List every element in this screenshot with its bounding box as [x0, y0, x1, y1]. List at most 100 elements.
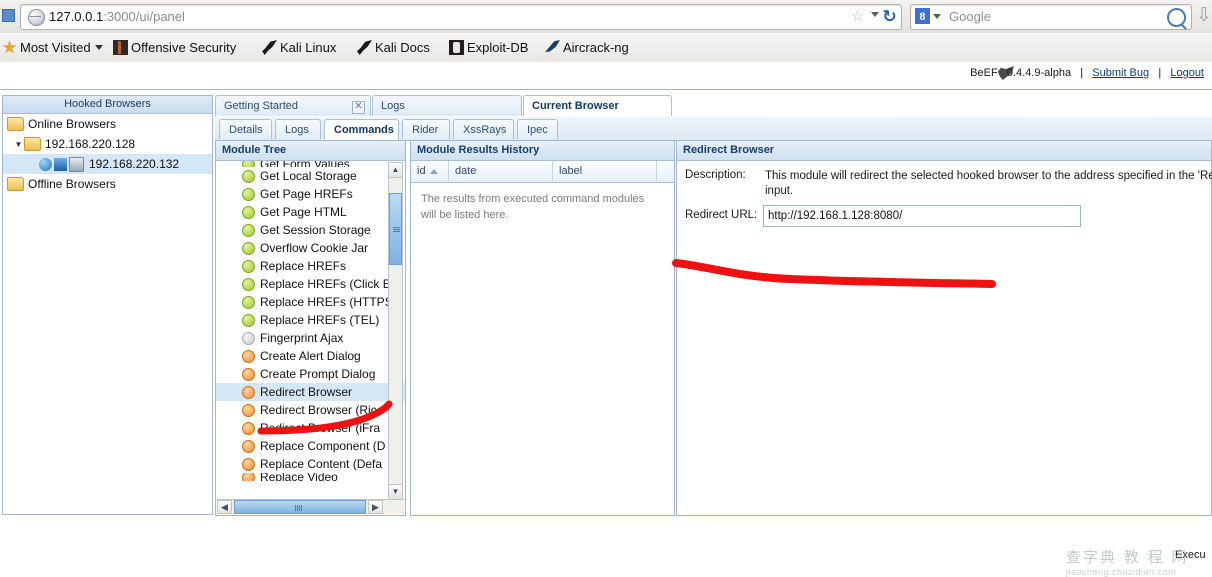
tree-node-label: 192.168.220.132 — [89, 157, 179, 171]
submit-bug-link[interactable]: Submit Bug — [1092, 67, 1149, 79]
module-item-create-alert-dialog[interactable]: Create Alert Dialog — [216, 347, 405, 365]
aircrack-ng-icon — [545, 40, 560, 55]
module-item-redirect-browser[interactable]: Redirect Browser — [216, 383, 405, 401]
subtab-rider[interactable]: Rider — [402, 119, 450, 139]
search-icon[interactable] — [1167, 8, 1186, 27]
module-item-replace-video[interactable]: Replace Video — [216, 473, 405, 481]
folder-icon — [7, 117, 24, 131]
module-label: Redirect Browser (iFra — [260, 421, 380, 435]
scroll-down-icon[interactable]: ▼ — [389, 484, 402, 499]
module-tree-vertical-scrollbar[interactable]: ▲ ▼ — [388, 162, 403, 500]
tab-logs[interactable]: Logs — [372, 95, 522, 116]
bookmark-exploit-db[interactable]: Exploit-DB — [449, 37, 528, 58]
status-dot — [242, 386, 255, 399]
status-dot — [242, 332, 255, 345]
bookmark-label: Most Visited — [20, 40, 91, 55]
module-item-get-local-storage[interactable]: Get Local Storage — [216, 167, 405, 185]
module-item-redirect-browser-rickroll[interactable]: Redirect Browser (Ric — [216, 401, 405, 419]
module-label: Overflow Cookie Jar — [260, 241, 368, 255]
bookmark-offensive-security[interactable]: Offensive Security — [113, 37, 236, 58]
logout-link[interactable]: Logout — [1170, 67, 1204, 79]
chevron-down-icon[interactable] — [871, 12, 879, 17]
star-icon — [2, 40, 17, 55]
module-tree-list[interactable]: Get Form Values Get Local Storage Get Pa… — [216, 161, 405, 501]
bookmark-most-visited[interactable]: Most Visited — [2, 37, 103, 58]
tree-node-online-browsers[interactable]: Online Browsers — [3, 114, 212, 134]
tree-node-label: 192.168.220.128 — [45, 137, 135, 151]
description-label: Description: — [685, 169, 746, 181]
scrollbar-thumb[interactable] — [234, 500, 366, 514]
module-tree-horizontal-scrollbar[interactable]: ◀ ▶ — [217, 499, 404, 514]
tree-node-offline-browsers[interactable]: Offline Browsers — [3, 174, 212, 194]
column-header-date[interactable]: date — [449, 161, 553, 181]
module-item-overflow-cookie-jar[interactable]: Overflow Cookie Jar — [216, 239, 405, 257]
scroll-right-icon[interactable]: ▶ — [368, 500, 383, 514]
search-engine-icon[interactable]: 8 — [915, 8, 930, 24]
address-bar-text: 127.0.0.1:3000/ui/panel — [49, 9, 185, 24]
subtab-logs[interactable]: Logs — [275, 119, 321, 139]
redirect-url-label: Redirect URL: — [685, 209, 757, 221]
subtab-label: Logs — [285, 124, 309, 136]
module-item-replace-hrefs-click[interactable]: Replace HREFs (Click E — [216, 275, 405, 293]
internet-explorer-icon — [39, 158, 52, 171]
browser-navbar: 127.0.0.1:3000/ui/panel ☆ ↻ 8 Google ⇩ — [0, 0, 1212, 34]
column-label: label — [559, 165, 582, 177]
search-input[interactable]: Google — [949, 9, 991, 24]
bookmark-label: Kali Linux — [280, 40, 336, 55]
tab-label: Getting Started — [224, 100, 298, 112]
module-label: Redirect Browser (Ric — [260, 403, 377, 417]
module-item-replace-content[interactable]: Replace Content (Defa — [216, 455, 405, 473]
folder-icon — [24, 137, 41, 151]
bookmark-kali-linux[interactable]: Kali Linux — [262, 37, 336, 58]
module-detail-title: Redirect Browser — [677, 141, 1211, 161]
watermark-en: jiaocheng.chazidian.com — [1066, 567, 1212, 577]
download-arrow-icon[interactable]: ⇩ — [1196, 6, 1210, 26]
tree-node-host[interactable]: ▼ 192.168.220.128 — [3, 134, 212, 154]
status-dot — [242, 224, 255, 237]
chevron-down-icon[interactable] — [933, 14, 941, 19]
subtab-details[interactable]: Details — [219, 119, 272, 139]
module-item-replace-hrefs-https[interactable]: Replace HREFs (HTTPS — [216, 293, 405, 311]
search-bar[interactable]: 8 Google — [910, 4, 1192, 30]
subtab-commands[interactable]: Commands — [324, 119, 399, 140]
bookmark-star-icon[interactable]: ☆ — [850, 9, 865, 24]
module-item-replace-hrefs[interactable]: Replace HREFs — [216, 257, 405, 275]
tab-current-browser[interactable]: Current Browser — [523, 95, 672, 116]
module-item-get-page-html[interactable]: Get Page HTML — [216, 203, 405, 221]
close-icon[interactable]: ✕ — [352, 101, 365, 114]
chevron-down-icon[interactable]: ▼ — [13, 140, 24, 149]
status-dot — [242, 404, 255, 417]
description-text: This module will redirect the selected h… — [765, 169, 1212, 199]
windows-icon — [54, 158, 67, 171]
address-bar[interactable]: 127.0.0.1:3000/ui/panel ☆ ↻ — [20, 4, 902, 30]
bookmark-aircrack-ng[interactable]: Aircrack-ng — [545, 37, 629, 58]
beef-meta: BeEF 0.4.4.9-alpha | Submit Bug | Logout — [970, 67, 1204, 79]
scroll-left-icon[interactable]: ◀ — [217, 500, 232, 514]
hooked-browsers-title: Hooked Browsers — [3, 96, 212, 114]
subtab-xssrays[interactable]: XssRays — [453, 119, 514, 139]
folder-icon — [7, 177, 24, 191]
tree-node-victim-browser[interactable]: 192.168.220.132 — [3, 154, 212, 174]
results-grid-header: id date label — [411, 161, 674, 183]
watermark-cn: 查字典 教 程 网 — [1066, 546, 1212, 567]
column-header-label[interactable]: label — [553, 161, 657, 181]
module-item-fingerprint-ajax[interactable]: Fingerprint Ajax — [216, 329, 405, 347]
module-item-create-prompt-dialog[interactable]: Create Prompt Dialog — [216, 365, 405, 383]
module-item-get-session-storage[interactable]: Get Session Storage — [216, 221, 405, 239]
module-item-replace-hrefs-tel[interactable]: Replace HREFs (TEL) — [216, 311, 405, 329]
subtab-ipec[interactable]: Ipec — [517, 119, 558, 139]
redirect-url-input[interactable] — [763, 205, 1081, 227]
scroll-up-icon[interactable]: ▲ — [389, 163, 402, 178]
tab-label: Logs — [381, 100, 405, 112]
reload-icon[interactable]: ↻ — [880, 7, 899, 26]
tab-getting-started[interactable]: Getting Started ✕ — [215, 95, 371, 116]
exploit-db-icon — [449, 40, 464, 55]
module-item-replace-component[interactable]: Replace Component (D — [216, 437, 405, 455]
module-item-get-page-hrefs[interactable]: Get Page HREFs — [216, 185, 405, 203]
results-empty-message: The results from executed command module… — [421, 191, 661, 223]
module-item-redirect-browser-iframe[interactable]: Redirect Browser (iFra — [216, 419, 405, 437]
scrollbar-thumb[interactable] — [389, 193, 402, 265]
bookmark-kali-docs[interactable]: Kali Docs — [357, 37, 430, 58]
status-dot — [242, 161, 255, 167]
column-header-id[interactable]: id — [411, 161, 449, 181]
